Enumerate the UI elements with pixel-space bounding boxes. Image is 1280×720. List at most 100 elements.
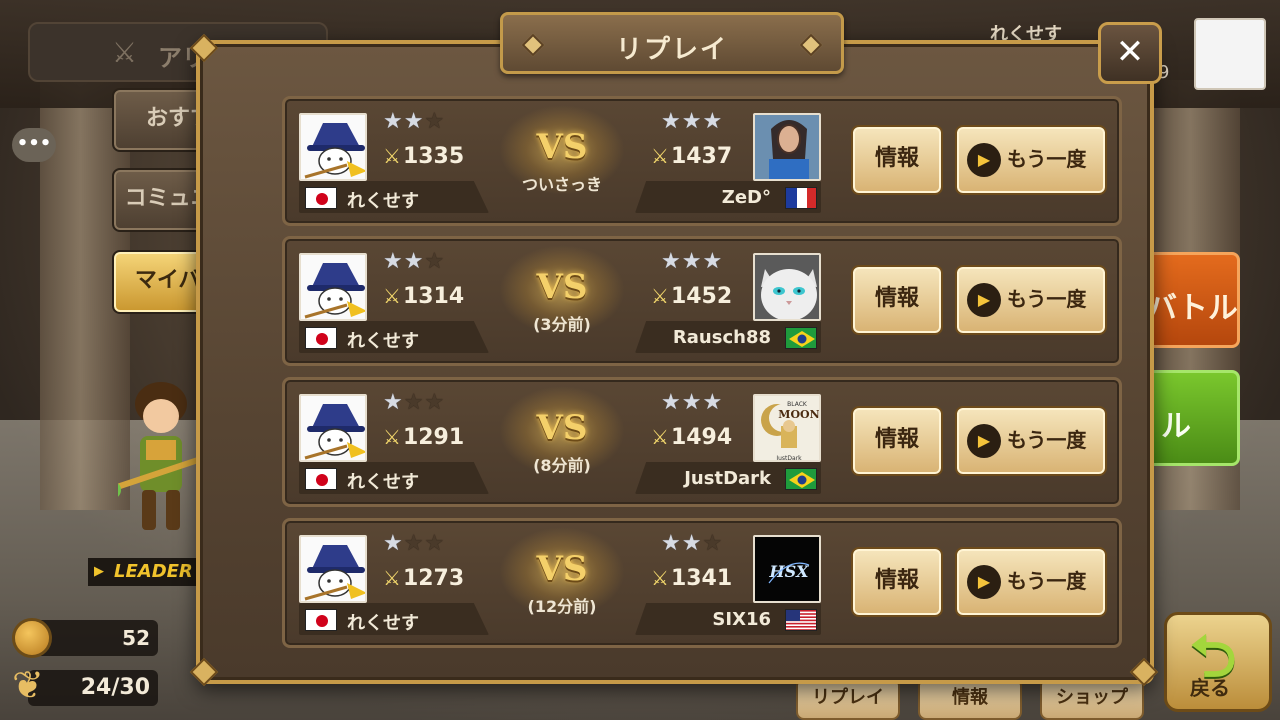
back-button-label: 戻る [1190, 676, 1230, 700]
crossed-swords-icon: ⚔ [651, 425, 669, 449]
star-icon: ★ [403, 109, 425, 134]
play-icon: ▶ [967, 283, 1001, 317]
vs-label: VS [536, 127, 588, 167]
star-icon: ★ [702, 531, 724, 556]
opponent-name: Rausch88 [672, 327, 771, 348]
leader-label: LEADER [88, 558, 198, 586]
close-button[interactable]: ✕ [1098, 22, 1162, 84]
opponent-stars: ★★★ [661, 251, 723, 273]
star-icon: ★ [702, 390, 724, 415]
battle-button[interactable]: バトル [1140, 252, 1240, 348]
play-icon: ▶ [967, 143, 1001, 177]
hero-character [118, 382, 199, 530]
star-icon: ★ [702, 109, 724, 134]
opponent-rating: ⚔1341 [651, 563, 732, 593]
info-button[interactable]: 情報 [851, 125, 943, 195]
replay-again-button[interactable]: ▶ もう一度 [955, 547, 1107, 617]
my-name: れくせす [347, 613, 419, 634]
star-icon: ★ [403, 390, 425, 415]
star-icon: ★ [403, 249, 425, 274]
battle-row: ★★★ ⚔1273 れくせす VS (12分前) ★★★ ⚔1341 HSX SIX16 情報 ▶ も… [282, 518, 1122, 648]
my-rating: ⚔1273 [383, 563, 464, 593]
opponent-rating: ⚔1437 [651, 141, 732, 171]
my-rating-value: 1273 [402, 566, 465, 591]
vs-label: VS [536, 408, 588, 448]
avatar-logo-text: BLACK [787, 401, 808, 408]
opponent-name: ZeD° [721, 187, 771, 208]
star-icon: ★ [681, 109, 703, 134]
replay-again-label: もう一度 [1007, 287, 1087, 311]
top-player-avatar[interactable] [1194, 18, 1266, 90]
my-rating: ⚔1314 [383, 281, 464, 311]
crossed-swords-icon: ⚔ [651, 566, 669, 590]
my-rating: ⚔1335 [383, 141, 464, 171]
star-icon: ★ [661, 109, 682, 134]
my-avatar[interactable] [299, 535, 367, 603]
my-name: れくせす [347, 191, 419, 212]
bottom-shop-button[interactable]: ショップ [1040, 678, 1144, 720]
opponent-rating-value: 1437 [670, 144, 733, 169]
my-stars: ★★★ [383, 251, 445, 273]
opponent-rating-value: 1494 [670, 425, 733, 450]
info-button[interactable]: 情報 [851, 265, 943, 335]
battle-time: (3分前) [533, 315, 591, 334]
crossed-swords-icon: ⚔ [112, 36, 138, 69]
star-icon: ★ [424, 390, 446, 415]
crossed-swords-icon: ⚔ [651, 144, 669, 168]
vs-label: VS [536, 549, 588, 589]
wings-icon: ❦ [12, 663, 44, 707]
battle-time: ついさっき [521, 175, 602, 194]
my-avatar[interactable] [299, 253, 367, 321]
my-name: れくせす [347, 472, 419, 493]
my-rating: ⚔1291 [383, 422, 464, 452]
opponent-name: JustDark [684, 468, 771, 489]
my-avatar[interactable] [299, 113, 367, 181]
star-icon: ★ [383, 531, 404, 556]
bottom-info-button[interactable]: 情報 [918, 678, 1022, 720]
crossed-swords-icon: ⚔ [651, 284, 669, 308]
star-icon: ★ [661, 531, 682, 556]
info-button[interactable]: 情報 [851, 406, 943, 476]
my-rating-value: 1314 [402, 284, 465, 309]
star-icon: ★ [424, 109, 446, 134]
replay-again-button[interactable]: ▶ もう一度 [955, 406, 1107, 476]
avatar-logo-text: HSX [768, 562, 809, 581]
star-icon: ★ [424, 249, 446, 274]
opponent-avatar[interactable] [753, 113, 821, 181]
battle-time: (12分前) [527, 597, 597, 616]
crossed-swords-icon: ⚔ [383, 566, 401, 590]
vs-label: VS [536, 267, 588, 307]
star-icon: ★ [702, 249, 724, 274]
my-name: れくせす [347, 331, 419, 352]
opponent-avatar[interactable]: HSX [753, 535, 821, 603]
crossed-swords-icon: ⚔ [383, 144, 401, 168]
star-icon: ★ [681, 249, 703, 274]
japan-flag-icon [305, 327, 337, 349]
star-icon: ★ [681, 531, 703, 556]
brazil-flag-icon [785, 468, 817, 490]
opponent-avatar[interactable]: BLACK MOON JustDark [753, 394, 821, 462]
opponent-avatar[interactable] [753, 253, 821, 321]
avatar-logo-text: JustDark [775, 455, 802, 462]
japan-flag-icon [305, 609, 337, 631]
star-icon: ★ [403, 531, 425, 556]
bottom-replay-button[interactable]: リプレイ [796, 678, 900, 720]
dialog-title: リプレイ [615, 35, 728, 65]
battle-time: (8分前) [533, 456, 591, 475]
play-icon: ▶ [967, 565, 1001, 599]
chat-icon[interactable]: ••• [12, 128, 56, 162]
play-icon: ▶ [967, 424, 1001, 458]
my-stars: ★★★ [383, 533, 445, 555]
opponent-rating-value: 1341 [670, 566, 733, 591]
battle-row: ★★★ ⚔1314 れくせす VS (3分前) ★★★ ⚔1452 Rausch88 情報 ▶ もう… [282, 236, 1122, 366]
my-avatar[interactable] [299, 394, 367, 462]
opponent-rating-value: 1452 [670, 284, 733, 309]
info-button[interactable]: 情報 [851, 547, 943, 617]
replay-again-button[interactable]: ▶ もう一度 [955, 265, 1107, 335]
green-button[interactable]: ル [1140, 370, 1240, 466]
opponent-stars: ★★★ [661, 533, 723, 555]
battle-row: ★★★ ⚔1291 れくせす VS (8分前) ★★★ ⚔1494 BLACK MOON Just… [282, 377, 1122, 507]
medal-icon [12, 618, 52, 658]
my-rating-value: 1291 [402, 425, 465, 450]
replay-again-button[interactable]: ▶ もう一度 [955, 125, 1107, 195]
